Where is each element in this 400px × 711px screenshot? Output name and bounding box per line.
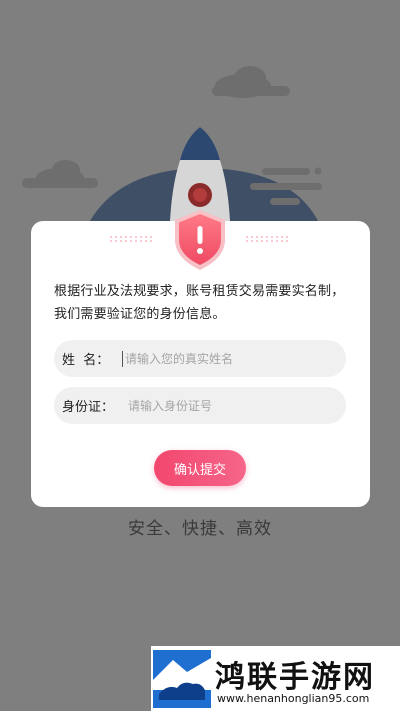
text-cursor [122,350,123,367]
site-watermark: 鸿联手游网 www.henanhonglian95.com [151,646,400,711]
name-input[interactable] [125,350,346,367]
submit-button[interactable]: 确认提交 [154,450,246,486]
id-card-input[interactable] [122,397,346,414]
name-label: 姓 名： [62,353,110,368]
decorative-dots [246,236,290,242]
cloud-icon [212,66,290,98]
watermark-url: www.henanhonglian95.com [217,692,370,705]
tagline: 安全、快捷、高效 [128,519,272,539]
watermark-title: 鸿联手游网 [215,660,375,695]
name-field[interactable]: 姓 名： [54,340,346,377]
cloud-icon [22,160,98,188]
decorative-dots [110,236,154,242]
id-card-field[interactable]: 身份证： [54,387,346,424]
shield-warning-icon [175,210,225,270]
id-card-label: 身份证： [62,400,115,415]
verification-notice: 根据行业及法规要求，账号租赁交易需要实名制，我们需要验证您的身份信息。 [54,284,345,322]
site-logo [153,650,211,708]
